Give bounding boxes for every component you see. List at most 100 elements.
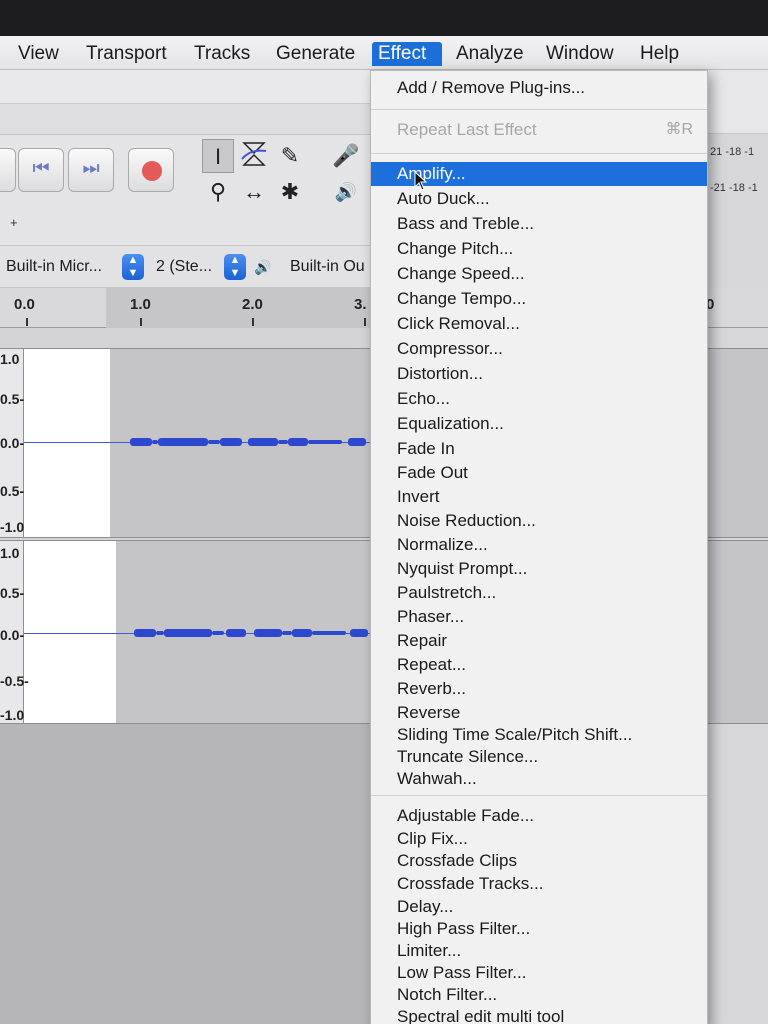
track-1-waveform — [220, 438, 242, 446]
recording-device-stepper-icon[interactable]: ▲ ▼ — [122, 254, 144, 280]
track-2-right-part — [708, 540, 768, 724]
track-2-waveform — [212, 631, 224, 635]
menu-item-adjustable-fade[interactable]: Adjustable Fade... — [371, 804, 707, 828]
menu-item-clip-fix[interactable]: Clip Fix... — [371, 827, 707, 851]
menu-item-limiter[interactable]: Limiter... — [371, 939, 707, 963]
ruler-tick-label: 1.0 — [130, 296, 151, 313]
menu-item-reverb[interactable]: Reverb... — [371, 677, 707, 701]
menu-item-reverse[interactable]: Reverse — [371, 701, 707, 725]
skip-to-start-icon: ⏮ — [32, 158, 50, 179]
menu-item-notch-filter[interactable]: Notch Filter... — [371, 983, 707, 1007]
menu-item-sliding-time-scale-pitch-shift[interactable]: Sliding Time Scale/Pitch Shift... — [371, 723, 707, 747]
multi-tool-icon[interactable]: ✱ — [274, 175, 306, 209]
menu-item-change-tempo[interactable]: Change Tempo... — [371, 287, 707, 311]
menu-item-fade-in[interactable]: Fade In — [371, 437, 707, 461]
menu-item-repair[interactable]: Repair — [371, 629, 707, 653]
audio-track-1[interactable]: 1.0 0.5- 0.0- 0.5- -1.0 — [0, 348, 372, 538]
channels-select[interactable]: 2 (Ste... — [156, 258, 212, 276]
track-2-scale-label: 0.0- — [0, 627, 25, 643]
menu-view[interactable]: View — [12, 42, 65, 66]
menu-item-delay[interactable]: Delay... — [371, 895, 707, 919]
track-2-waveform — [164, 629, 212, 637]
menu-analyze[interactable]: Analyze — [450, 42, 530, 66]
menu-item-phaser[interactable]: Phaser... — [371, 605, 707, 629]
menu-item-repeat[interactable]: Repeat... — [371, 653, 707, 677]
menu-item-noise-reduction[interactable]: Noise Reduction... — [371, 509, 707, 533]
stop-button[interactable] — [0, 148, 16, 192]
menu-item-normalize[interactable]: Normalize... — [371, 533, 707, 557]
toolbar-band-secondary — [0, 104, 372, 134]
menu-item-wahwah[interactable]: Wahwah... — [371, 767, 707, 791]
skip-to-end-button[interactable]: ⏭ — [68, 148, 114, 192]
track-2-scale-label: 0.5- — [0, 585, 25, 601]
transport-toolbar: ⏮ ⏭ I ✎ ⚲ ↔ ✱ 🎤 🔊 + — [0, 134, 372, 246]
menu-item-nyquist-prompt[interactable]: Nyquist Prompt... — [371, 557, 707, 581]
effect-menu-dropdown: Add / Remove Plug-ins... Repeat Last Eff… — [370, 70, 708, 1024]
menu-item-low-pass-filter[interactable]: Low Pass Filter... — [371, 961, 707, 985]
menu-generate[interactable]: Generate — [270, 42, 361, 66]
menu-item-add-remove-plugins[interactable]: Add / Remove Plug-ins... — [371, 76, 707, 100]
menu-item-invert[interactable]: Invert — [371, 485, 707, 509]
track-1-waveform — [278, 440, 288, 444]
menu-item-click-removal[interactable]: Click Removal... — [371, 312, 707, 336]
envelope-tool-icon[interactable] — [238, 139, 270, 173]
playback-device-select[interactable]: Built-in Ou — [290, 258, 365, 276]
track-1-waveform — [348, 438, 366, 446]
track-1-scale-label: 0.5- — [0, 391, 25, 407]
menu-item-high-pass-filter[interactable]: High Pass Filter... — [371, 917, 707, 941]
track-2-scale-label: 1.0 — [0, 545, 20, 561]
menu-item-spectral-edit-multi-tool[interactable]: Spectral edit multi tool — [371, 1005, 707, 1024]
skip-to-start-button[interactable]: ⏮ — [18, 148, 64, 192]
ruler-tick-label: 3. — [354, 296, 367, 313]
right-toolbar-top — [708, 70, 768, 134]
right-toolbar-edge: 21 -18 -1 -21 -18 -1 0 — [706, 70, 768, 1024]
track-2-scale-label: -1.0 — [0, 707, 25, 723]
device-toolbar: Built-in Micr... ▲ ▼ 2 (Ste... ▲ ▼ 🔊 Built… — [0, 246, 372, 288]
repeat-shortcut: ⌘R — [665, 121, 693, 138]
track-1-waveform — [308, 440, 342, 444]
menu-item-truncate-silence[interactable]: Truncate Silence... — [371, 745, 707, 769]
playback-meter-scale: -21 -18 -1 — [710, 182, 758, 194]
ruler-right-part: 0 — [706, 288, 768, 328]
menu-item-change-pitch[interactable]: Change Pitch... — [371, 237, 707, 261]
track-2-waveform — [292, 629, 312, 637]
track-1-waveform — [158, 438, 208, 446]
timeline-ruler[interactable]: 0.0 1.0 2.0 3. — [0, 288, 372, 328]
ruler-tick-mark — [140, 318, 142, 326]
menu-window[interactable]: Window — [540, 42, 620, 66]
menu-item-fade-out[interactable]: Fade Out — [371, 461, 707, 485]
menu-item-crossfade-clips[interactable]: Crossfade Clips — [371, 849, 707, 873]
menu-effect[interactable]: Effect — [372, 42, 442, 66]
menu-tracks[interactable]: Tracks — [188, 42, 256, 66]
empty-track-area[interactable] — [0, 724, 372, 1024]
microphone-icon[interactable]: 🎤 — [330, 139, 362, 173]
track-2-waveform — [312, 631, 346, 635]
menu-item-equalization[interactable]: Equalization... — [371, 412, 707, 436]
audio-track-2[interactable]: 1.0 0.5- 0.0- -0.5- -1.0 — [0, 540, 372, 724]
menu-item-distortion[interactable]: Distortion... — [371, 362, 707, 386]
track-2-waveform — [254, 629, 282, 637]
track-1-scale-label: -1.0 — [0, 519, 25, 535]
menu-item-compressor[interactable]: Compressor... — [371, 337, 707, 361]
menu-item-paulstretch[interactable]: Paulstretch... — [371, 581, 707, 605]
menu-item-bass-and-treble[interactable]: Bass and Treble... — [371, 212, 707, 236]
skip-to-end-icon: ⏭ — [82, 158, 100, 179]
recording-device-select[interactable]: Built-in Micr... — [6, 258, 102, 276]
menu-help[interactable]: Help — [634, 42, 685, 66]
selection-tool-icon[interactable]: I — [202, 139, 234, 173]
menu-item-change-speed[interactable]: Change Speed... — [371, 262, 707, 286]
speaker-icon[interactable]: 🔊 — [330, 175, 362, 209]
record-icon — [142, 161, 162, 181]
time-shift-tool-icon[interactable]: ↔ — [238, 175, 270, 209]
menu-item-echo[interactable]: Echo... — [371, 387, 707, 411]
record-button[interactable] — [128, 148, 174, 192]
channels-stepper-icon[interactable]: ▲ ▼ — [224, 254, 246, 280]
menu-item-crossfade-tracks[interactable]: Crossfade Tracks... — [371, 872, 707, 896]
track-2-waveform — [156, 631, 164, 635]
menu-separator — [371, 109, 707, 110]
draw-tool-icon[interactable]: ✎ — [274, 139, 306, 173]
menu-separator — [371, 795, 707, 796]
menu-transport[interactable]: Transport — [80, 42, 173, 66]
zoom-tool-icon[interactable]: ⚲ — [202, 175, 234, 209]
ruler-tick-mark — [26, 318, 28, 326]
